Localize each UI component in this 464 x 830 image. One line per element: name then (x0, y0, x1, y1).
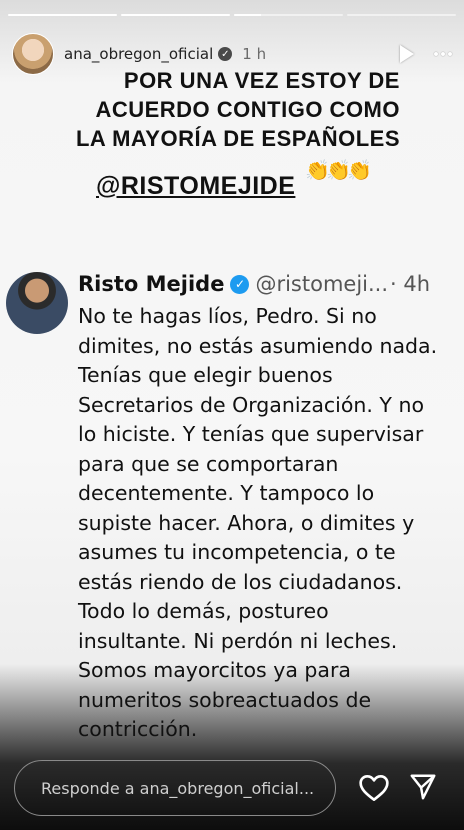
tweet-line: estás riendo de los ciudadanos. (78, 569, 403, 594)
progress-fill (8, 14, 117, 16)
tweet-time: · 4h (390, 272, 431, 296)
tweet-line: Secretarios de Organización. Y no (78, 392, 424, 417)
tweet-line: asumes tu incompetencia, o te (78, 540, 396, 564)
tweet-line: supiste hacer. Ahora, o dimites y (78, 510, 415, 535)
heart-icon[interactable] (358, 772, 390, 802)
username[interactable]: ana_obregon_oficial (64, 45, 213, 63)
tweet-line: insultante. Ni perdón ni leches. (78, 628, 398, 653)
story-viewer: ana_obregon_oficial ✓ 1 h POR UNA VEZ ES… (0, 0, 464, 830)
tweet-line: Tenías que elegir buenos (78, 363, 333, 387)
play-icon[interactable] (400, 45, 414, 63)
post-time: 1 h (242, 45, 267, 63)
tweet-line: Todo lo demás, postureo (78, 599, 329, 623)
progress-segment (347, 14, 456, 16)
story-caption: POR UNA VEZ ESTOY DE ACUERDO CONTIGO COM… (76, 66, 400, 153)
verified-badge-icon: ✓ (230, 274, 250, 294)
tweet-author-name: Risto Mejide (78, 272, 225, 296)
tweet-line: decentemente. Y tampoco lo (78, 481, 375, 505)
clapping-hands-icon: 👏👏👏 (305, 158, 372, 182)
tweet-line: lo hiciste. Y tenías que supervisar (78, 422, 424, 446)
caption-line: LA MAYORÍA DE ESPAÑOLES (75, 126, 400, 151)
story-progress-bar (8, 14, 456, 16)
reply-input[interactable]: Responde a ana_obregon_oficial... (14, 760, 336, 816)
tweet-screenshot: Risto Mejide ✓ @ristomeji... · 4h No te … (0, 262, 464, 762)
more-options-icon[interactable] (434, 52, 452, 56)
progress-segment (121, 14, 230, 16)
send-icon[interactable] (408, 772, 438, 802)
tweet-line: Somos mayorcitos ya para (78, 658, 351, 682)
mention-row: @RISTOMEJIDE 👏👏👏 (96, 158, 372, 201)
tweet-line: numeritos sobreactuados de (78, 687, 372, 712)
tweet-header: Risto Mejide ✓ @ristomeji... · 4h (78, 272, 430, 296)
verified-badge-icon: ✓ (218, 47, 233, 61)
tweet-avatar (6, 272, 68, 334)
progress-segment (234, 14, 343, 16)
reply-placeholder: Responde a ana_obregon_oficial... (41, 778, 315, 798)
caption-line: POR UNA VEZ ESTOY DE (123, 68, 400, 93)
progress-segment (8, 14, 117, 16)
caption-line: ACUERDO CONTIGO COMO (95, 97, 400, 122)
avatar[interactable] (12, 33, 54, 75)
tweet-text: No te hagas líos, Pedro. Si no dimites, … (78, 302, 448, 745)
progress-fill (234, 14, 262, 16)
tweet-line: dimites, no estás asumiendo nada. (78, 333, 438, 358)
mention-link[interactable]: @RISTOMEJIDE (96, 172, 295, 201)
progress-fill (121, 14, 230, 16)
tweet-line: contricción. (78, 717, 198, 741)
tweet-line: No te hagas líos, Pedro. Si no (78, 304, 377, 328)
tweet-handle: @ristomeji... (255, 272, 389, 296)
tweet-line: para que se comportaran (78, 451, 339, 476)
